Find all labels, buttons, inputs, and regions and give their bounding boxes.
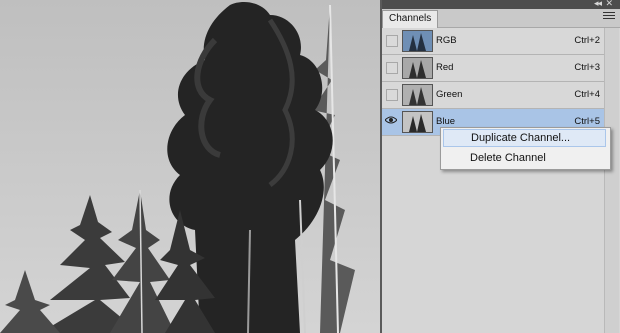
channel-thumbnail [402,111,433,133]
channel-row-rgb[interactable]: RGB Ctrl+2 [382,28,604,55]
visibility-toggle[interactable] [386,62,398,74]
channel-shortcut: Ctrl+4 [574,89,600,100]
channel-row-red[interactable]: Red Ctrl+3 [382,55,604,82]
menu-item-duplicate-channel[interactable]: Duplicate Channel... [443,129,606,147]
panel-tab-bar: Channels [382,9,620,28]
tab-channels[interactable]: Channels [382,10,439,28]
channel-name: RGB [436,35,457,46]
channel-context-menu: Duplicate Channel... Delete Channel [440,127,611,170]
trees-photo [0,0,380,333]
channel-row-green[interactable]: Green Ctrl+4 [382,82,604,109]
visibility-toggle[interactable] [386,35,398,47]
channel-shortcut: Ctrl+3 [574,62,600,73]
channel-thumbnail [402,57,433,79]
channel-name: Green [436,89,463,100]
visibility-toggle[interactable] [386,89,398,101]
channel-name: Red [436,62,454,73]
menu-item-delete-channel[interactable]: Delete Channel [443,149,606,167]
channel-thumbnail [402,84,433,106]
channel-shortcut: Ctrl+2 [574,35,600,46]
panel-title-bar: ◂◂ ✕ [382,0,620,9]
double-chevron-icon[interactable]: ◂◂ [594,0,602,8]
panel-scrollbar[interactable] [604,28,619,333]
channel-list: RGB Ctrl+2 Red Ctrl+3 Green Ctrl+4 Blue … [382,28,604,136]
panel-menu-icon[interactable] [603,12,615,22]
document-canvas[interactable] [0,0,380,333]
eye-icon [385,116,397,124]
close-icon[interactable]: ✕ [605,0,613,8]
channel-thumbnail [402,30,433,52]
visibility-toggle[interactable] [385,116,397,126]
